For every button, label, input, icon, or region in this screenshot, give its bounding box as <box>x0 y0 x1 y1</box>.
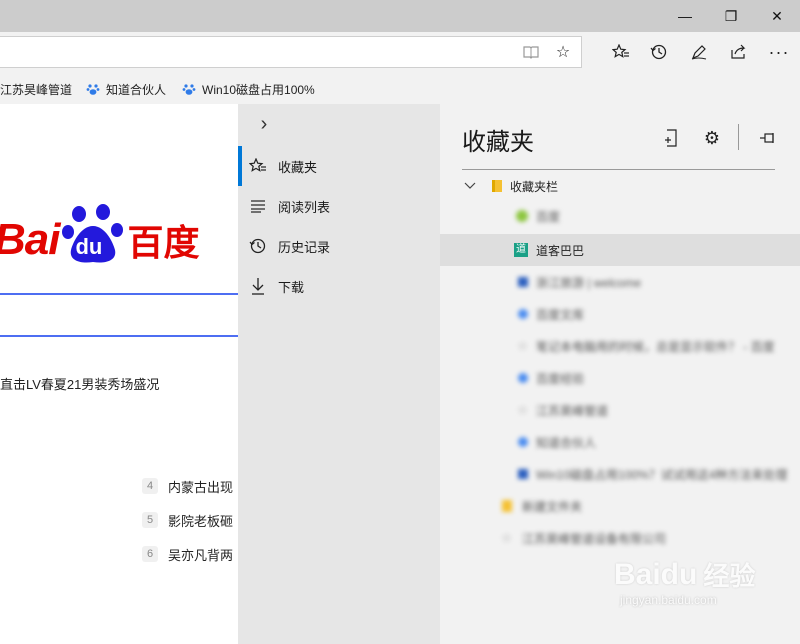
hot-list-item[interactable]: 6 吴亦凡背两 <box>142 542 233 566</box>
baidu-paw-icon <box>440 309 536 319</box>
collapse-hub-icon[interactable]: › <box>252 112 276 136</box>
settings-gear-icon[interactable]: ⚙ <box>700 126 724 150</box>
history-icon <box>238 237 278 255</box>
star-icon: ☆ <box>501 531 512 545</box>
favorite-item[interactable]: 知道合伙人 <box>440 426 800 458</box>
minimize-button[interactable]: — <box>662 0 708 32</box>
chevron-down-icon <box>456 182 484 190</box>
news-headline[interactable]: 直击LV春夏21男装秀场盛况 <box>0 374 159 393</box>
hub-nav-downloads[interactable]: 下载 <box>238 266 440 306</box>
favorite-item[interactable]: ☆ 笔记本电脑用的时候，总是显示软件？ - 百度 <box>440 330 800 362</box>
download-icon <box>238 277 278 295</box>
add-folder-icon[interactable] <box>660 126 684 150</box>
favorite-item[interactable]: Win10磁盘占用100%？试试用这4种方法来处理 <box>440 458 800 490</box>
reading-list-icon <box>238 199 278 213</box>
star-icon: ☆ <box>517 339 528 353</box>
favorites-bar-item[interactable]: Win10磁盘占用100% <box>182 80 315 98</box>
doc88-favicon-icon: 道 <box>514 243 528 257</box>
folder-icon <box>484 179 510 193</box>
hot-list-item[interactable]: 5 影院老板砸 <box>142 508 233 532</box>
hub-nav-favorites[interactable]: 收藏夹 <box>238 146 440 186</box>
favorite-item[interactable]: 百度 <box>440 200 800 232</box>
favorites-subfolder[interactable]: 新建文件夹 <box>440 490 800 522</box>
favorites-bar-item[interactable]: 知道合伙人 <box>86 80 166 98</box>
hub-nav-history[interactable]: 历史记录 <box>238 226 440 266</box>
web-page: Bai du 百度 直击LV春夏21男装秀场盛况 4 内蒙古出现 5 影院老板砸… <box>0 104 238 644</box>
favorites-folder-row[interactable]: 收藏夹栏 <box>440 170 800 202</box>
favorite-item-highlighted[interactable]: 道 道客巴巴 <box>440 234 800 266</box>
restore-button[interactable]: ❐ <box>708 0 754 32</box>
baidu-paw-icon <box>440 373 536 383</box>
baidu-paw-icon <box>440 437 536 447</box>
address-bar[interactable] <box>0 36 582 68</box>
baidu-jingyan-watermark: Baidu 经验 jingyan.baidu.com <box>614 557 756 608</box>
reading-view-icon[interactable] <box>514 36 548 68</box>
folder-icon <box>440 500 522 512</box>
favorites-icon[interactable] <box>604 36 638 68</box>
history-icon[interactable] <box>642 36 676 68</box>
favorite-item[interactable]: 浙江旅游 | welcome <box>440 266 800 298</box>
more-icon[interactable]: ··· <box>762 36 796 68</box>
pin-icon[interactable] <box>756 126 780 150</box>
baidu-paw-icon <box>86 84 100 95</box>
search-box-bottom-border <box>0 335 238 337</box>
site-favicon-icon <box>440 277 536 287</box>
favorites-bar-item[interactable]: 江苏昊峰管道 <box>0 80 72 98</box>
share-icon[interactable] <box>722 36 756 68</box>
hub-nav-reading-list[interactable]: 阅读列表 <box>238 186 440 226</box>
search-input[interactable] <box>0 295 238 335</box>
panel-title: 收藏夹 <box>462 129 534 156</box>
favorite-item[interactable]: 百度文库 <box>440 298 800 330</box>
hot-list-item[interactable]: 4 内蒙古出现 <box>142 474 233 498</box>
site-favicon-icon <box>440 469 536 479</box>
site-favicon-icon <box>440 210 536 222</box>
star-icon: ☆ <box>517 403 528 417</box>
favorite-item[interactable]: ☆ 江苏昊峰管道设备有限公司 <box>440 522 800 554</box>
baidu-logo: Bai du 百度 <box>0 204 200 270</box>
star-icon[interactable]: ☆ <box>546 36 580 68</box>
baidu-paw-icon <box>182 84 196 95</box>
favorites-icon <box>238 158 278 174</box>
baidu-paw-logo-icon: du <box>61 204 125 270</box>
active-indicator <box>238 146 242 186</box>
favorite-item[interactable]: 百度经验 <box>440 362 800 394</box>
hub-navigation: › 收藏夹 阅读列表 历史记录 下载 <box>238 104 440 644</box>
close-button[interactable]: ✕ <box>754 0 800 32</box>
pen-icon[interactable] <box>682 36 716 68</box>
favorite-item[interactable]: ☆ 江苏昊峰管道 <box>440 394 800 426</box>
separator <box>738 124 739 150</box>
